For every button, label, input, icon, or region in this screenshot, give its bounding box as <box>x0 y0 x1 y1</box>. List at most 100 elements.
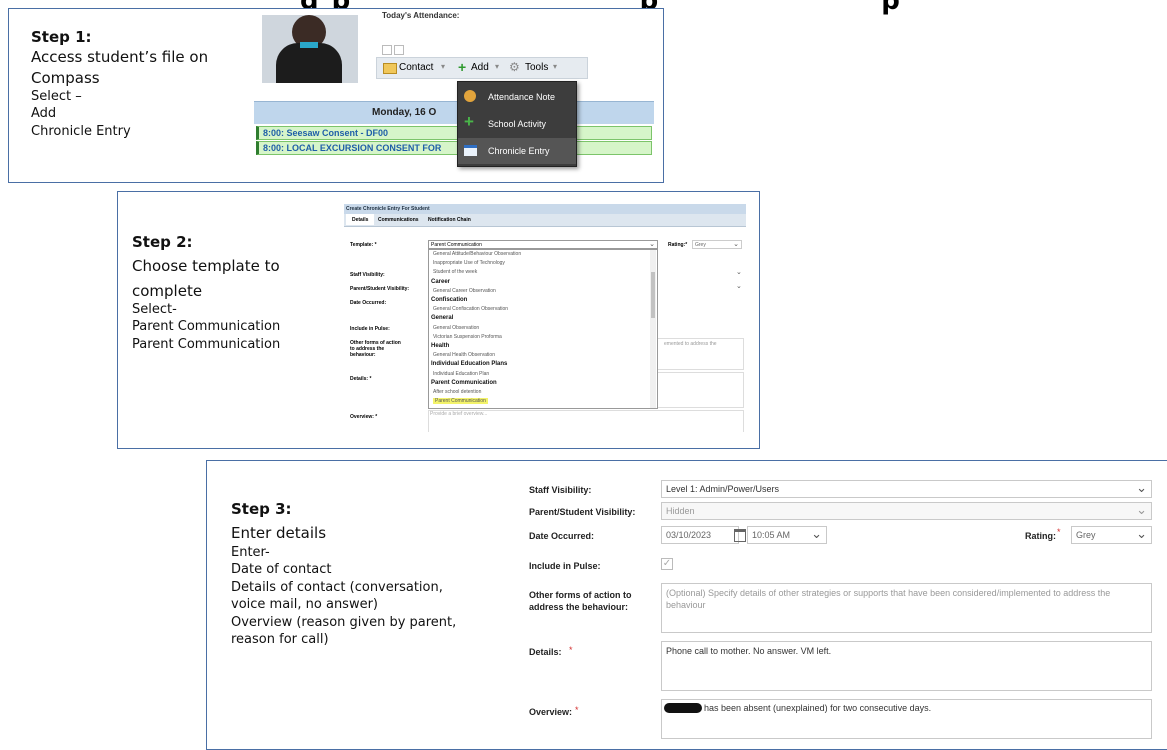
menu-item-label: Chronicle Entry <box>488 146 550 156</box>
step2-caption: Step 2: Choose template to complete Sele… <box>132 232 280 353</box>
other-forms-text: emented to address the <box>664 341 717 347</box>
staff-visibility-label: Staff Visibility: <box>350 272 385 278</box>
template-option[interactable]: General Attitude/Behaviour Observation <box>433 251 521 257</box>
include-pulse-label: Include in Pulse: <box>350 326 390 332</box>
template-option[interactable]: General Health Observation <box>433 352 495 358</box>
template-group-header: Parent Communication <box>431 379 497 386</box>
staff-visibility-select[interactable]: Level 1: Admin/Power/Users ⌄ <box>661 480 1152 498</box>
required-marker: * <box>569 645 573 655</box>
template-option[interactable]: Individual Education Plan <box>433 371 489 377</box>
scrollbar-thumb[interactable] <box>651 272 655 318</box>
student-photo <box>262 15 358 83</box>
template-option[interactable]: After school detention <box>433 389 481 395</box>
tab-communications[interactable]: Communications <box>378 217 419 223</box>
rating-value: Grey <box>695 242 706 248</box>
date-occurred-label: Date Occurred: <box>529 531 595 541</box>
menu-item-attendance-note[interactable]: Attendance Note <box>458 84 576 110</box>
menu-item-school-activity[interactable]: + School Activity <box>458 111 576 137</box>
calendar-icon[interactable] <box>734 529 746 542</box>
step1-screenshot: Today's Attendance: Contact ▾ + Add ▾ ⚙ … <box>254 11 654 179</box>
template-option[interactable]: General Career Observation <box>433 288 496 294</box>
overview-label: Overview: * <box>350 414 378 420</box>
step1-title: Step 1: <box>31 28 92 46</box>
step3-line: Enter details <box>231 524 327 543</box>
template-value: Parent Communication <box>431 242 482 248</box>
calendar-event[interactable]: 8:00: LOCAL EXCURSION CONSENT FOR <box>256 141 652 155</box>
menu-item-label: School Activity <box>488 119 547 129</box>
tools-menu[interactable]: Tools <box>525 62 548 73</box>
menu-item-chronicle-entry[interactable]: Chronicle Entry <box>458 138 576 164</box>
other-forms-label: Other forms of action to address the beh… <box>529 590 632 612</box>
day-header-text: Monday, 16 O <box>372 107 437 118</box>
attendance-box[interactable] <box>382 45 392 55</box>
chevron-down-icon: ⌄ <box>736 283 742 290</box>
attendance-box[interactable] <box>394 45 404 55</box>
people-icon <box>464 90 476 102</box>
calendar-event[interactable]: 8:00: Seesaw Consent - DF00 <box>256 126 652 140</box>
other-forms-textarea[interactable]: (Optional) Specify details of other stra… <box>661 583 1152 633</box>
include-pulse-checkbox[interactable]: ✓ <box>661 558 673 570</box>
chevron-down-icon: ▾ <box>441 62 446 71</box>
details-value: Phone call to mother. No answer. VM left… <box>666 646 832 656</box>
photo-collar <box>300 42 318 48</box>
rating-select[interactable]: Grey ⌄ <box>692 240 742 249</box>
template-option[interactable]: Parent Communication <box>433 398 488 405</box>
tab-details[interactable]: Details <box>346 214 375 225</box>
details-label: Details: <box>529 647 562 657</box>
window-title: Create Chronicle Entry For Student <box>346 206 430 212</box>
date-input[interactable]: 03/10/2023 <box>661 526 739 544</box>
rating-select[interactable]: Grey ⌄ <box>1071 526 1152 544</box>
template-label: Template: * <box>350 242 377 248</box>
step2-line: Parent Communication <box>132 319 281 335</box>
calendar-event-text: 8:00: Seesaw Consent - DF00 <box>263 128 389 138</box>
parent-visibility-label: Parent/Student Visibility: <box>350 286 410 292</box>
step1-line: Compass <box>31 68 100 87</box>
template-select[interactable]: Parent Communication ⌄ <box>428 240 658 249</box>
chevron-down-icon: ⌄ <box>736 269 742 276</box>
step3-caption: Step 3: Enter details Enter- Date of con… <box>231 499 456 649</box>
day-header: Monday, 16 O <box>254 101 654 124</box>
chevron-down-icon: ▾ <box>495 62 500 71</box>
time-select[interactable]: 10:05 AM ⌄ <box>747 526 827 544</box>
overview-value: has been absent (unexplained) for two co… <box>704 703 932 713</box>
date-occurred-label: Date Occurred: <box>350 300 387 306</box>
template-option[interactable]: General Observation <box>433 325 479 331</box>
template-dropdown-list: General Attitude/Behaviour Observation In… <box>428 249 658 409</box>
attendance-label: Today's Attendance: <box>382 11 460 20</box>
dropdown-scrollbar[interactable] <box>650 250 656 408</box>
chevron-down-icon: ⌄ <box>811 526 822 541</box>
plus-icon: + <box>464 112 474 131</box>
parent-visibility-label: Parent/Student Visibility: <box>529 507 636 517</box>
overview-placeholder: Provide a brief overview... <box>430 411 488 417</box>
parent-visibility-select[interactable]: Hidden ⌄ <box>661 502 1152 520</box>
time-value: 10:05 AM <box>752 530 791 540</box>
rating-value: Grey <box>1076 530 1096 540</box>
chevron-down-icon: ⌄ <box>1136 480 1147 495</box>
chevron-down-icon: ⌄ <box>1136 502 1147 517</box>
overview-label: Overview: <box>529 707 573 717</box>
plus-icon: + <box>458 59 467 75</box>
parent-visibility-value: Hidden <box>666 506 695 516</box>
chevron-down-icon: ⌄ <box>733 241 739 248</box>
step1-line: Chronicle Entry <box>31 123 131 139</box>
add-menu[interactable]: Add <box>471 62 489 73</box>
gear-icon: ⚙ <box>509 60 520 74</box>
rating-label: Rating:* <box>668 242 688 248</box>
details-textarea[interactable]: Phone call to mother. No answer. VM left… <box>661 641 1152 691</box>
required-marker: * <box>575 705 579 715</box>
step2-line: Choose template to <box>132 257 280 276</box>
date-value: 03/10/2023 <box>666 530 712 540</box>
template-group-header: Health <box>431 343 450 349</box>
tab-notification-chain[interactable]: Notification Chain <box>428 217 471 223</box>
template-option[interactable]: Victorian Suspension Proforma <box>433 334 502 340</box>
template-option[interactable]: Inappropriate Use of Technology <box>433 260 505 266</box>
template-option[interactable]: General Confiscation Observation <box>433 306 508 312</box>
step3-line: Enter- <box>231 544 270 560</box>
chronicle-icon <box>464 145 477 156</box>
include-pulse-label: Include in Pulse: <box>529 561 601 571</box>
details-label: Details: * <box>350 376 372 382</box>
template-option[interactable]: Student of the week <box>433 269 477 275</box>
overview-textarea[interactable]: has been absent (unexplained) for two co… <box>661 699 1152 739</box>
contact-menu[interactable]: Contact <box>399 62 433 73</box>
menu-item-label: Attendance Note <box>488 92 556 102</box>
